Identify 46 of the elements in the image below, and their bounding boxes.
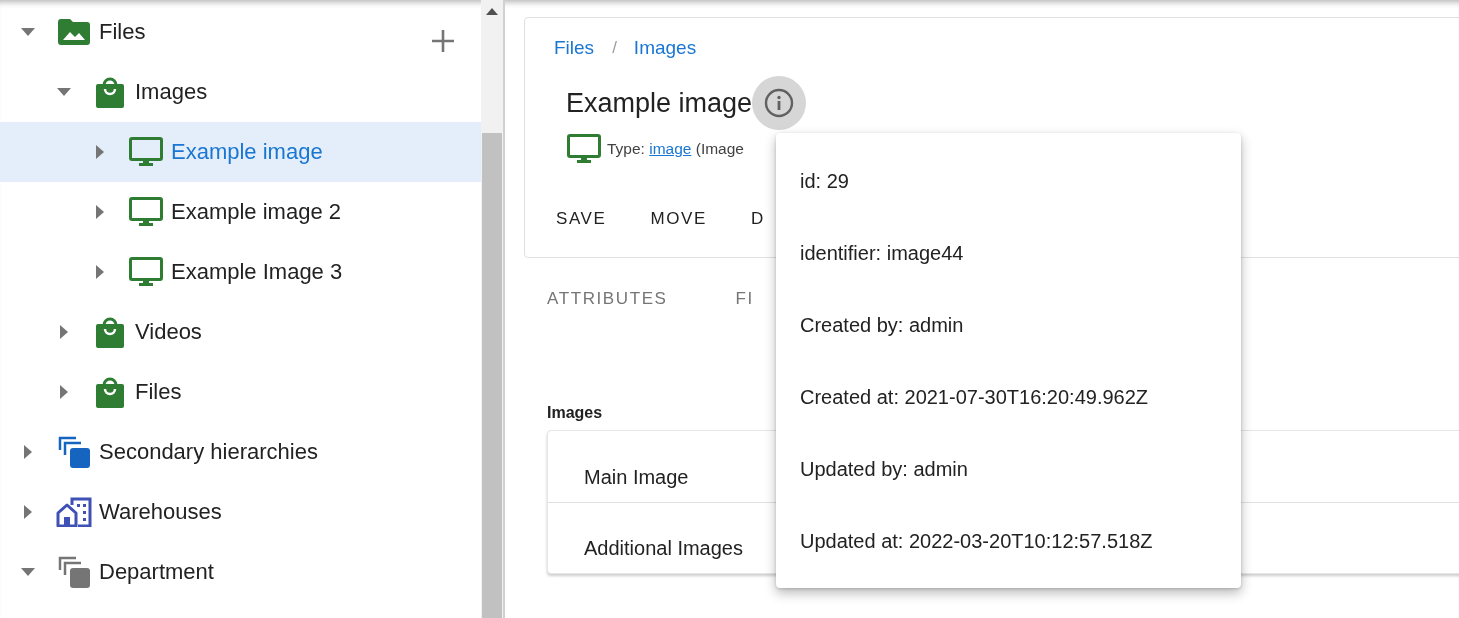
tree-item[interactable]: Secondary hierarchies (0, 422, 481, 482)
monitor-icon (567, 134, 601, 164)
tree-item[interactable]: Files (0, 2, 481, 62)
expand-caret-icon[interactable] (95, 264, 105, 280)
tree-item[interactable]: Videos (0, 302, 481, 362)
expand-caret-icon[interactable] (59, 384, 69, 400)
field-label: Main Image (584, 465, 689, 489)
info-line: Updated by: admin (800, 457, 968, 481)
info-line: Created by: admin (800, 313, 964, 337)
tree-item[interactable]: Files (0, 362, 481, 422)
section-label: Images (547, 403, 603, 423)
expand-caret-icon[interactable] (95, 144, 105, 160)
tree-item[interactable]: Example Image 3 (0, 242, 481, 302)
breadcrumb-link[interactable]: Images (633, 37, 697, 59)
add-icon[interactable] (431, 29, 455, 53)
info-line: Updated at: 2022-03-20T10:12:57.518Z (800, 529, 1153, 553)
breadcrumb-separator: / (612, 38, 617, 58)
tree-item[interactable]: Warehouses (0, 482, 481, 542)
breadcrumb-link[interactable]: Files (554, 37, 595, 59)
scrollbar[interactable] (481, 0, 505, 618)
tree-item[interactable]: Department (0, 542, 481, 602)
info-line: identifier: image44 (800, 241, 964, 265)
expand-caret-icon[interactable] (59, 324, 69, 340)
tab[interactable]: ATTRIBUTES (524, 276, 691, 324)
scroll-up-icon[interactable] (486, 8, 498, 15)
type-line: Type: image (Image (607, 140, 744, 158)
field-label: Additional Images (584, 536, 743, 560)
action-button[interactable]: SAVE (545, 199, 618, 239)
tree-item[interactable]: Example image (0, 122, 481, 182)
info-icon (764, 88, 795, 118)
expand-caret-icon[interactable] (23, 444, 33, 460)
action-button[interactable]: D (739, 199, 776, 239)
tab[interactable]: FI (712, 276, 777, 324)
page-title: Example image (566, 87, 753, 119)
expand-caret-icon[interactable] (23, 504, 33, 520)
type-link[interactable]: image (649, 140, 692, 157)
expand-caret-icon[interactable] (95, 204, 105, 220)
info-line: id: 29 (800, 169, 849, 193)
collapse-caret-icon[interactable] (20, 27, 36, 37)
info-button[interactable] (752, 76, 807, 130)
info-line: Created at: 2021-07-30T16:20:49.962Z (800, 385, 1149, 409)
collapse-caret-icon[interactable] (20, 567, 36, 577)
action-button[interactable]: MOVE (639, 199, 718, 239)
tree-item[interactable]: Images (0, 62, 481, 122)
collapse-caret-icon[interactable] (56, 87, 72, 97)
tree-item[interactable]: Example image 2 (0, 182, 481, 242)
